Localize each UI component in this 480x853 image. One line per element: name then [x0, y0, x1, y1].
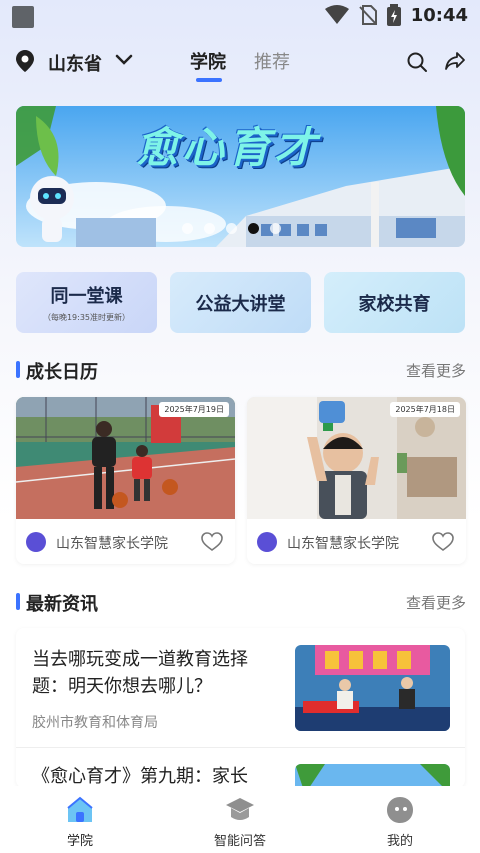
calendar-source: 山东智慧家长学院 [56, 536, 168, 552]
battery-charging-icon [386, 4, 401, 26]
nav-mine[interactable]: 我的 [350, 786, 450, 853]
province-selector[interactable]: 山东省 [48, 50, 102, 76]
feature-label: 公益大讲堂 [195, 293, 286, 315]
top-header: 山东省 学院 推荐 [0, 40, 480, 84]
latest-news-header: 最新资讯 查看更多 [16, 590, 466, 615]
carousel-dot[interactable] [204, 223, 215, 234]
source-avatar-icon [257, 532, 277, 552]
wifi-icon [324, 5, 349, 24]
feature-label: 同一堂课 [50, 286, 123, 307]
growth-calendar-header: 成长日历 查看更多 [16, 358, 466, 383]
tab-academy[interactable]: 学院 [190, 48, 226, 74]
news-thumbnail [295, 645, 450, 731]
source-avatar-icon [26, 532, 46, 552]
section-title: 最新资讯 [26, 594, 98, 615]
feature-label: 家校共育 [358, 293, 431, 315]
graduation-cap-icon [226, 798, 254, 820]
carousel-dot-active[interactable] [248, 223, 259, 234]
calendar-photo: 2025年7月19日 [16, 397, 235, 519]
section-title: 成长日历 [26, 362, 98, 383]
bottom-navigation: 学院 智能问答 我的 [0, 786, 480, 853]
nav-label: 智能问答 [213, 834, 266, 849]
calendar-date-badge: 2025年7月19日 [159, 402, 229, 417]
nav-academy[interactable]: 学院 [30, 786, 130, 853]
calendar-photo: 2025年7月18日 [247, 397, 466, 519]
calendar-date-badge: 2025年7月18日 [390, 402, 460, 417]
carousel-dot[interactable] [182, 223, 193, 234]
clock: 10:44 [410, 4, 468, 26]
section-accent-bar [16, 593, 20, 610]
news-list: 当去哪玩变成一道教育选择题：明天你想去哪儿？ 胶州市教育和体育局 《愈心育才》第… [16, 628, 465, 788]
app-notification-icon [12, 6, 34, 28]
section-accent-bar [16, 361, 20, 378]
carousel-dot[interactable] [226, 223, 237, 234]
feature-same-class[interactable]: 同一堂课 （每晚19:35准时更新） [16, 272, 157, 333]
profile-icon [387, 797, 413, 823]
nav-label: 我的 [386, 834, 413, 849]
nav-smart-qa[interactable]: 智能问答 [190, 786, 290, 853]
calendar-source: 山东智慧家长学院 [287, 536, 399, 552]
news-source: 胶州市教育和体育局 [32, 715, 158, 731]
chevron-down-icon[interactable] [115, 54, 133, 66]
banner-title: 愈心育才 [136, 123, 321, 172]
divider [16, 747, 465, 748]
news-thumbnail [295, 764, 450, 788]
calendar-card[interactable]: 2025年7月18日 山东智慧家长学院 [247, 397, 466, 564]
news-title: 《愈心育才》第九期：家长 [32, 766, 248, 787]
tab-recommend[interactable]: 推荐 [254, 48, 290, 74]
feature-home-school[interactable]: 家校共育 [324, 272, 465, 333]
news-title: 当去哪玩变成一道教育选择题：明天你想去哪儿？ [32, 649, 248, 697]
carousel-dot[interactable] [270, 223, 281, 234]
view-more-link[interactable]: 查看更多 [406, 360, 466, 381]
feature-sublabel: （每晚19:35准时更新） [42, 313, 131, 322]
banner-carousel[interactable]: 愈心育才 [16, 106, 465, 247]
heart-icon[interactable] [201, 532, 223, 552]
calendar-card[interactable]: 2025年7月19日 山东智慧家长学院 [16, 397, 235, 564]
nav-label: 学院 [66, 834, 93, 849]
status-bar: 10:44 [0, 0, 480, 34]
share-icon[interactable] [444, 51, 466, 71]
academy-icon [67, 796, 93, 822]
carousel-dots [182, 223, 281, 234]
no-sim-icon [358, 5, 377, 25]
location-pin-icon[interactable] [16, 50, 34, 72]
feature-public-lecture[interactable]: 公益大讲堂 [170, 272, 311, 333]
search-icon[interactable] [406, 51, 428, 73]
heart-icon[interactable] [432, 532, 454, 552]
active-tab-indicator [196, 78, 222, 82]
view-more-link[interactable]: 查看更多 [406, 592, 466, 613]
